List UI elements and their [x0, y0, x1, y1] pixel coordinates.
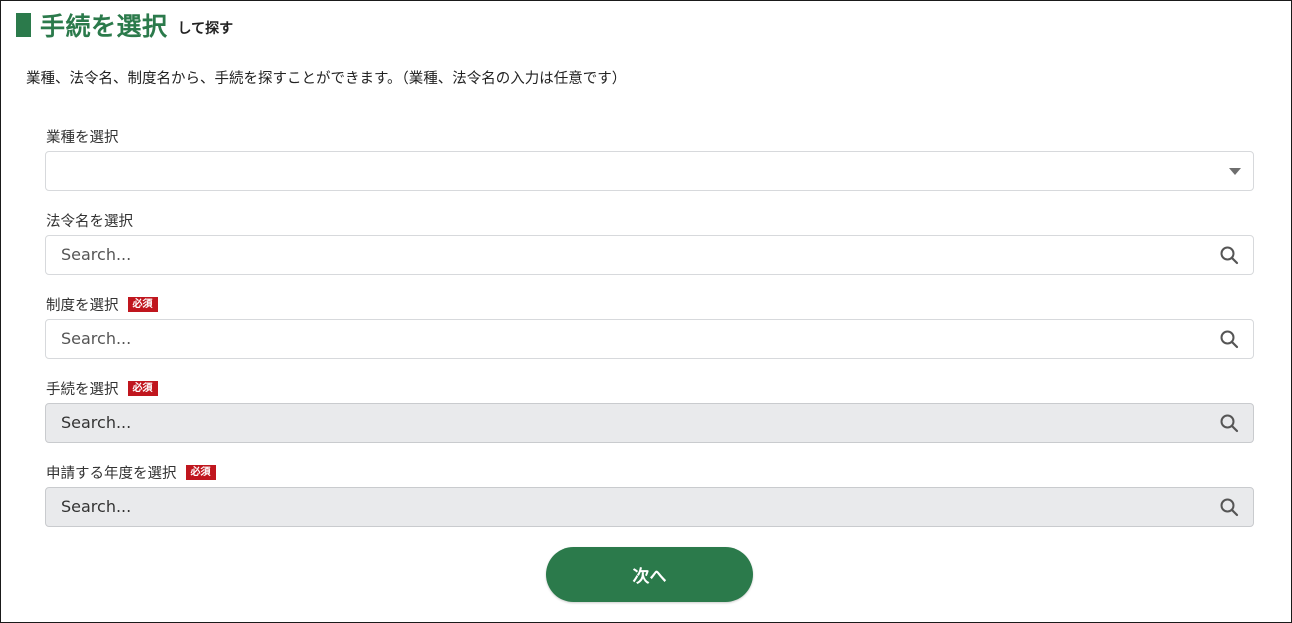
procedure-label-text: 手続を選択: [46, 381, 119, 398]
year-label-text: 申請する年度を選択: [46, 465, 177, 482]
industry-label: 業種を選択: [46, 125, 119, 147]
system-label-text: 制度を選択: [46, 297, 119, 314]
year-search-placeholder: Search...: [61, 497, 132, 516]
procedure-label: 手続を選択 必須: [46, 377, 158, 399]
system-label: 制度を選択 必須: [46, 293, 158, 315]
system-search-placeholder: Search...: [61, 329, 132, 348]
law-search-input[interactable]: Search...: [45, 235, 1254, 275]
search-icon[interactable]: [1219, 497, 1239, 517]
industry-label-text: 業種を選択: [46, 129, 119, 146]
industry-select[interactable]: [45, 151, 1254, 191]
procedure-search-placeholder: Search...: [61, 413, 132, 432]
required-badge: 必須: [127, 296, 158, 312]
law-label: 法令名を選択: [46, 209, 133, 231]
heading-accent-bar: [16, 13, 31, 37]
search-icon[interactable]: [1219, 329, 1239, 349]
procedure-search-input[interactable]: Search...: [45, 403, 1254, 443]
next-button[interactable]: 次へ: [546, 547, 753, 602]
required-badge: 必須: [185, 464, 216, 480]
system-search-input[interactable]: Search...: [45, 319, 1254, 359]
procedure-search-panel: 手続を選択 して探す 業種、法令名、制度名から、手続を探すことができます。（業種…: [0, 0, 1292, 623]
heading-subtitle: して探す: [177, 20, 234, 37]
search-icon[interactable]: [1219, 245, 1239, 265]
chevron-down-icon[interactable]: [1229, 168, 1241, 175]
year-search-input[interactable]: Search...: [45, 487, 1254, 527]
intro-text: 業種、法令名、制度名から、手続を探すことができます。（業種、法令名の入力は任意で…: [26, 71, 627, 87]
law-label-text: 法令名を選択: [46, 213, 133, 230]
section-heading: 手続を選択 して探す: [16, 7, 233, 43]
year-label: 申請する年度を選択 必須: [46, 461, 216, 483]
required-badge: 必須: [127, 380, 158, 396]
search-icon[interactable]: [1219, 413, 1239, 433]
law-search-placeholder: Search...: [61, 245, 132, 264]
heading-title: 手続を選択: [40, 12, 168, 41]
